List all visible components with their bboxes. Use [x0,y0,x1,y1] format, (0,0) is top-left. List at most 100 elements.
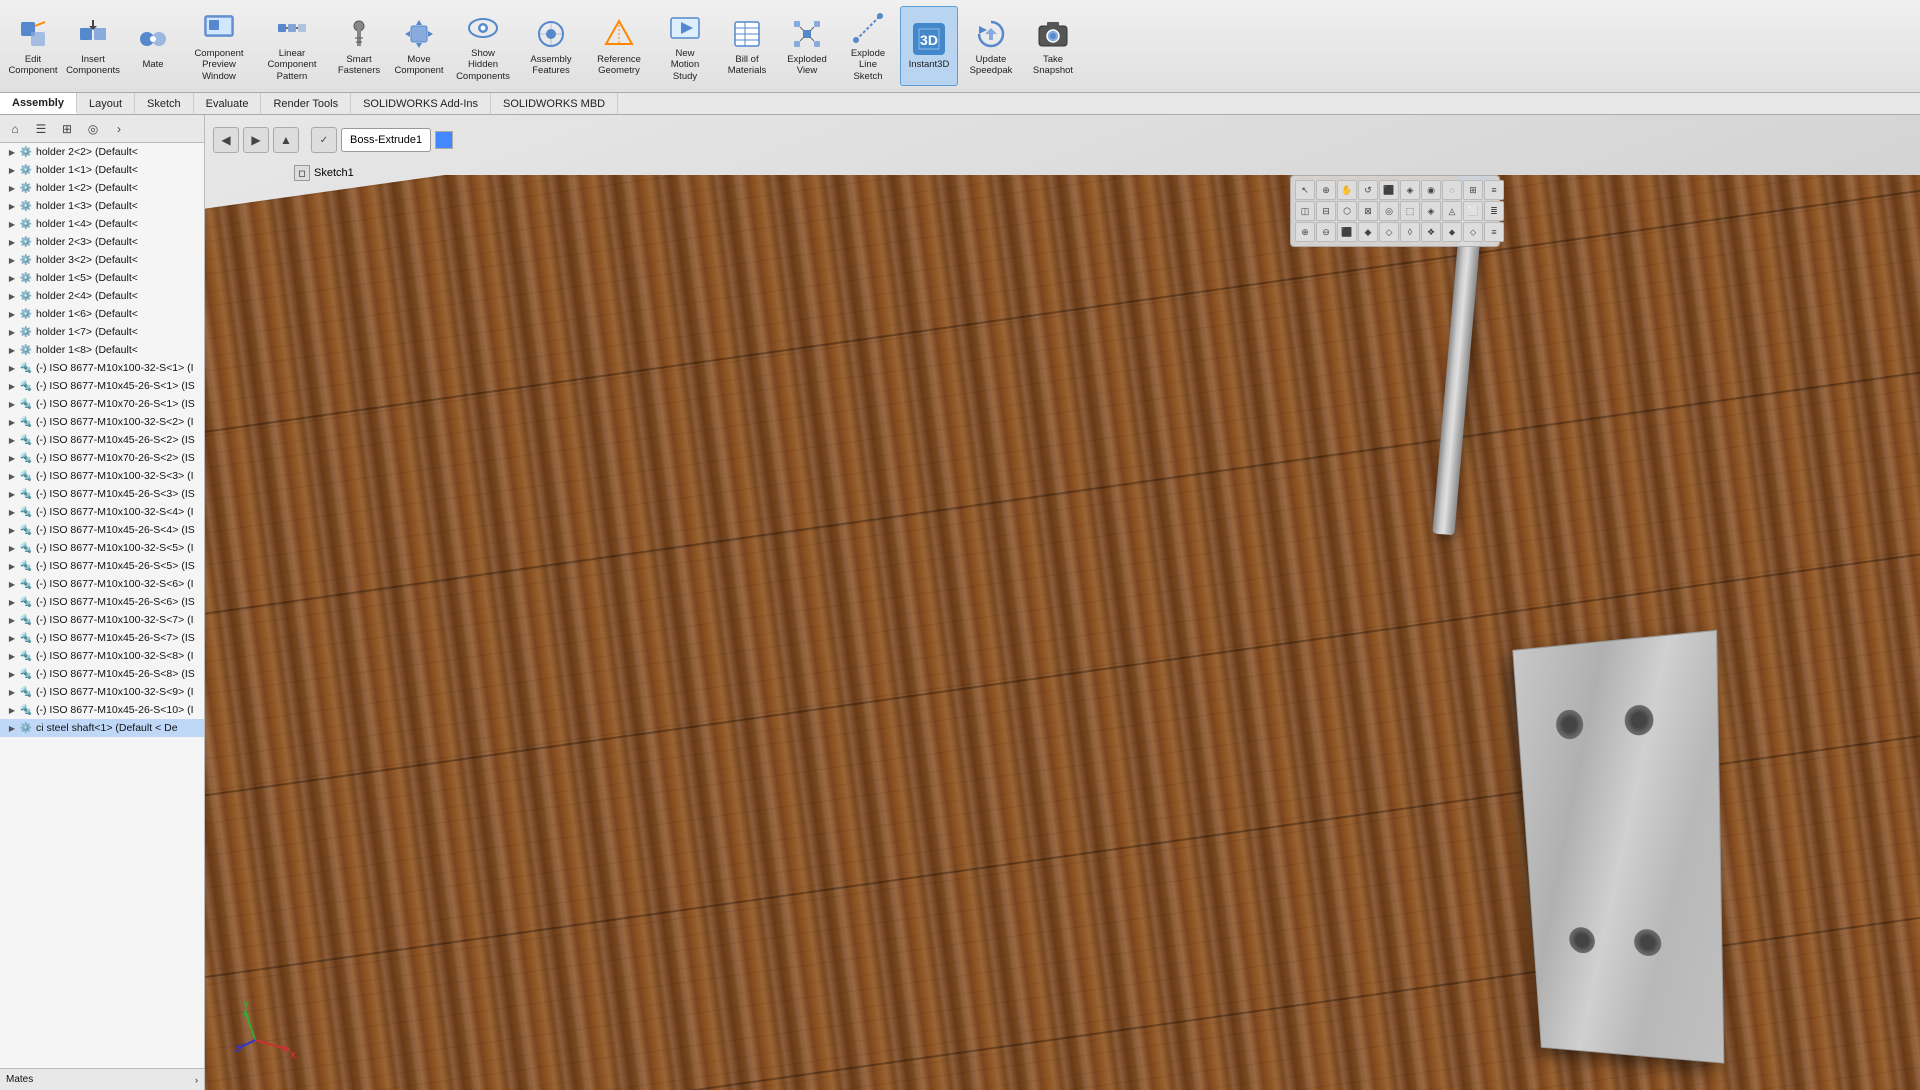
mini-btn-1[interactable]: ↖ [1295,180,1315,200]
feature-check-icon[interactable]: ✓ [311,127,337,153]
tree-item-holder-1-6[interactable]: ▶ ⚙️ holder 1<6> (Default< [0,305,204,323]
move-component-button[interactable]: MoveComponent [390,6,448,86]
assembly-features-button[interactable]: AssemblyFeatures [518,6,584,86]
tree-item-iso-m10x100-32-s2[interactable]: ▶ 🔩 (-) ISO 8677-M10x100-32-S<2> (I [0,413,204,431]
tree-item-holder-1-4[interactable]: ▶ ⚙️ holder 1<4> (Default< [0,215,204,233]
mini-btn-4[interactable]: ↺ [1358,180,1378,200]
tab-assembly[interactable]: Assembly [0,93,77,114]
mini-btn-27[interactable]: ❖ [1421,222,1441,242]
tree-item-iso-m10x100-32-s3[interactable]: ▶ 🔩 (-) ISO 8677-M10x100-32-S<3> (I [0,467,204,485]
tree-item-iso-m10x45-26-s4[interactable]: ▶ 🔩 (-) ISO 8677-M10x45-26-S<4> (IS [0,521,204,539]
show-hidden-button[interactable]: ShowHiddenComponents [450,6,516,86]
mini-btn-20[interactable]: ≣ [1484,201,1504,221]
tab-solidworks-mbd[interactable]: SOLIDWORKS MBD [491,93,618,114]
mini-btn-5[interactable]: ⬛ [1379,180,1399,200]
mini-btn-9[interactable]: ⊞ [1463,180,1483,200]
tree-item-iso-m10x45-26-s7[interactable]: ▶ 🔩 (-) ISO 8677-M10x45-26-S<7> (IS [0,629,204,647]
mini-btn-24[interactable]: ◆ [1358,222,1378,242]
feature-nav-up[interactable]: ▲ [273,127,299,153]
instant3d-button[interactable]: 3D Instant3D [900,6,958,86]
bill-of-materials-button[interactable]: Bill ofMaterials [718,6,776,86]
tree-item-iso-m10x45-26-s5[interactable]: ▶ 🔩 (-) ISO 8677-M10x45-26-S<5> (IS [0,557,204,575]
viewport[interactable]: ◀ ▶ ▲ ✓ Boss-Extrude1 ◻ Sketch1 [205,115,1920,1090]
tree-item-holder-1-5[interactable]: ▶ ⚙️ holder 1<5> (Default< [0,269,204,287]
mini-btn-22[interactable]: ⊖ [1316,222,1336,242]
mini-btn-7[interactable]: ◉ [1421,180,1441,200]
mini-btn-25[interactable]: ◇ [1379,222,1399,242]
tree-item-iso-m10x45-26-s8[interactable]: ▶ 🔩 (-) ISO 8677-M10x45-26-S<8> (IS [0,665,204,683]
tree-item-iso-m10x45-26-s6[interactable]: ▶ 🔩 (-) ISO 8677-M10x45-26-S<6> (IS [0,593,204,611]
mini-btn-14[interactable]: ⊠ [1358,201,1378,221]
tree-item-holder-1-8[interactable]: ▶ ⚙️ holder 1<8> (Default< [0,341,204,359]
new-motion-study-button[interactable]: NewMotionStudy [654,6,716,86]
mini-btn-6[interactable]: ◈ [1400,180,1420,200]
mini-btn-16[interactable]: ⬚ [1400,201,1420,221]
mini-btn-19[interactable]: ⬜ [1463,201,1483,221]
tree-item-holder-1-3[interactable]: ▶ ⚙️ holder 1<3> (Default< [0,197,204,215]
mini-btn-18[interactable]: ◬ [1442,201,1462,221]
feature-nav-forward[interactable]: ▶ [243,127,269,153]
feature-nav-back[interactable]: ◀ [213,127,239,153]
tree-item-iso-m10x100-32-s6[interactable]: ▶ 🔩 (-) ISO 8677-M10x100-32-S<6> (I [0,575,204,593]
tree-item-iso-m10x100-32-s4[interactable]: ▶ 🔩 (-) ISO 8677-M10x100-32-S<4> (I [0,503,204,521]
insert-components-button[interactable]: InsertComponents [64,6,122,86]
mini-btn-30[interactable]: ≡ [1484,222,1504,242]
sidebar-list-button[interactable]: ☰ [30,118,52,140]
sidebar-filter-button[interactable]: ⊞ [56,118,78,140]
tree-item-holder-1-7[interactable]: ▶ ⚙️ holder 1<7> (Default< [0,323,204,341]
tree-item-iso-m10x100-32-s9[interactable]: ▶ 🔩 (-) ISO 8677-M10x100-32-S<9> (I [0,683,204,701]
tree-item-iso-m10x100-32-s1[interactable]: ▶ 🔩 (-) ISO 8677-M10x100-32-S<1> (I [0,359,204,377]
sidebar-home-button[interactable]: ⌂ [4,118,26,140]
update-speedpak-button[interactable]: UpdateSpeedpak [960,6,1022,86]
take-snapshot-button[interactable]: TakeSnapshot [1024,6,1082,86]
mini-btn-28[interactable]: ⬥ [1442,222,1462,242]
tree-item-label: (-) ISO 8677-M10x45-26-S<3> (IS [36,488,195,500]
tree-item-iso-m10x45-26-s10[interactable]: ▶ 🔩 (-) ISO 8677-M10x45-26-S<10> (I [0,701,204,719]
mini-btn-11[interactable]: ◫ [1295,201,1315,221]
tree-item-iso-m10x70-26-s2[interactable]: ▶ 🔩 (-) ISO 8677-M10x70-26-S<2> (IS [0,449,204,467]
tree-item-holder-1-2[interactable]: ▶ ⚙️ holder 1<2> (Default< [0,179,204,197]
tree-item-holder-1-1[interactable]: ▶ ⚙️ holder 1<1> (Default< [0,161,204,179]
mini-btn-15[interactable]: ◎ [1379,201,1399,221]
mini-btn-23[interactable]: ⬛ [1337,222,1357,242]
exploded-view-button[interactable]: ExplodedView [778,6,836,86]
mini-btn-13[interactable]: ⬡ [1337,201,1357,221]
tree-item-steel-shaft[interactable]: ▶ ⚙️ ci steel shaft<1> (Default < De [0,719,204,737]
tree-item-iso-m10x45-26-s1[interactable]: ▶ 🔩 (-) ISO 8677-M10x45-26-S<1> (IS [0,377,204,395]
tab-layout[interactable]: Layout [77,93,135,114]
reference-geometry-button[interactable]: ReferenceGeometry [586,6,652,86]
mini-btn-2[interactable]: ⊕ [1316,180,1336,200]
tab-sketch[interactable]: Sketch [135,93,194,114]
tab-solidworks-addins[interactable]: SOLIDWORKS Add-Ins [351,93,491,114]
tree-item-iso-m10x100-32-s5[interactable]: ▶ 🔩 (-) ISO 8677-M10x100-32-S<5> (I [0,539,204,557]
tree-item-holder-2-2[interactable]: ▶ ⚙️ holder 2<2> (Default< [0,143,204,161]
sidebar-display-button[interactable]: ◎ [82,118,104,140]
mini-btn-8[interactable]: ◌ [1442,180,1462,200]
tree-item-iso-m10x100-32-s7[interactable]: ▶ 🔩 (-) ISO 8677-M10x100-32-S<7> (I [0,611,204,629]
tab-render-tools[interactable]: Render Tools [261,93,351,114]
3d-scene[interactable]: X Y Z [205,175,1920,1090]
smart-fasteners-button[interactable]: SmartFasteners [330,6,388,86]
tab-evaluate[interactable]: Evaluate [194,93,262,114]
tree-item-iso-m10x100-32-s8[interactable]: ▶ 🔩 (-) ISO 8677-M10x100-32-S<8> (I [0,647,204,665]
explode-line-sketch-button[interactable]: ExplodeLineSketch [838,6,898,86]
edit-component-button[interactable]: Edit Component [4,6,62,86]
mini-btn-21[interactable]: ⊕ [1295,222,1315,242]
mini-btn-29[interactable]: ⬦ [1463,222,1483,242]
mate-button[interactable]: Mate [124,6,182,86]
linear-component-pattern-button[interactable]: LinearComponentPattern [256,6,328,86]
mini-btn-12[interactable]: ⊟ [1316,201,1336,221]
mini-btn-17[interactable]: ◈ [1421,201,1441,221]
tree-item-holder-3-2[interactable]: ▶ ⚙️ holder 3<2> (Default< [0,251,204,269]
mini-btn-3[interactable]: ✋ [1337,180,1357,200]
mini-btn-26[interactable]: ◊ [1400,222,1420,242]
mates-bar[interactable]: Mates › [0,1068,204,1090]
mini-btn-10[interactable]: ≡ [1484,180,1504,200]
tree-item-holder-2-4[interactable]: ▶ ⚙️ holder 2<4> (Default< [0,287,204,305]
tree-item-holder-2-3[interactable]: ▶ ⚙️ holder 2<3> (Default< [0,233,204,251]
component-preview-window-button[interactable]: ComponentPreviewWindow [184,6,254,86]
tree-item-iso-m10x45-26-s2[interactable]: ▶ 🔩 (-) ISO 8677-M10x45-26-S<2> (IS [0,431,204,449]
tree-item-iso-m10x45-26-s3[interactable]: ▶ 🔩 (-) ISO 8677-M10x45-26-S<3> (IS [0,485,204,503]
tree-item-iso-m10x70-26-s1[interactable]: ▶ 🔩 (-) ISO 8677-M10x70-26-S<1> (IS [0,395,204,413]
sidebar-nav-right-button[interactable]: › [108,118,130,140]
